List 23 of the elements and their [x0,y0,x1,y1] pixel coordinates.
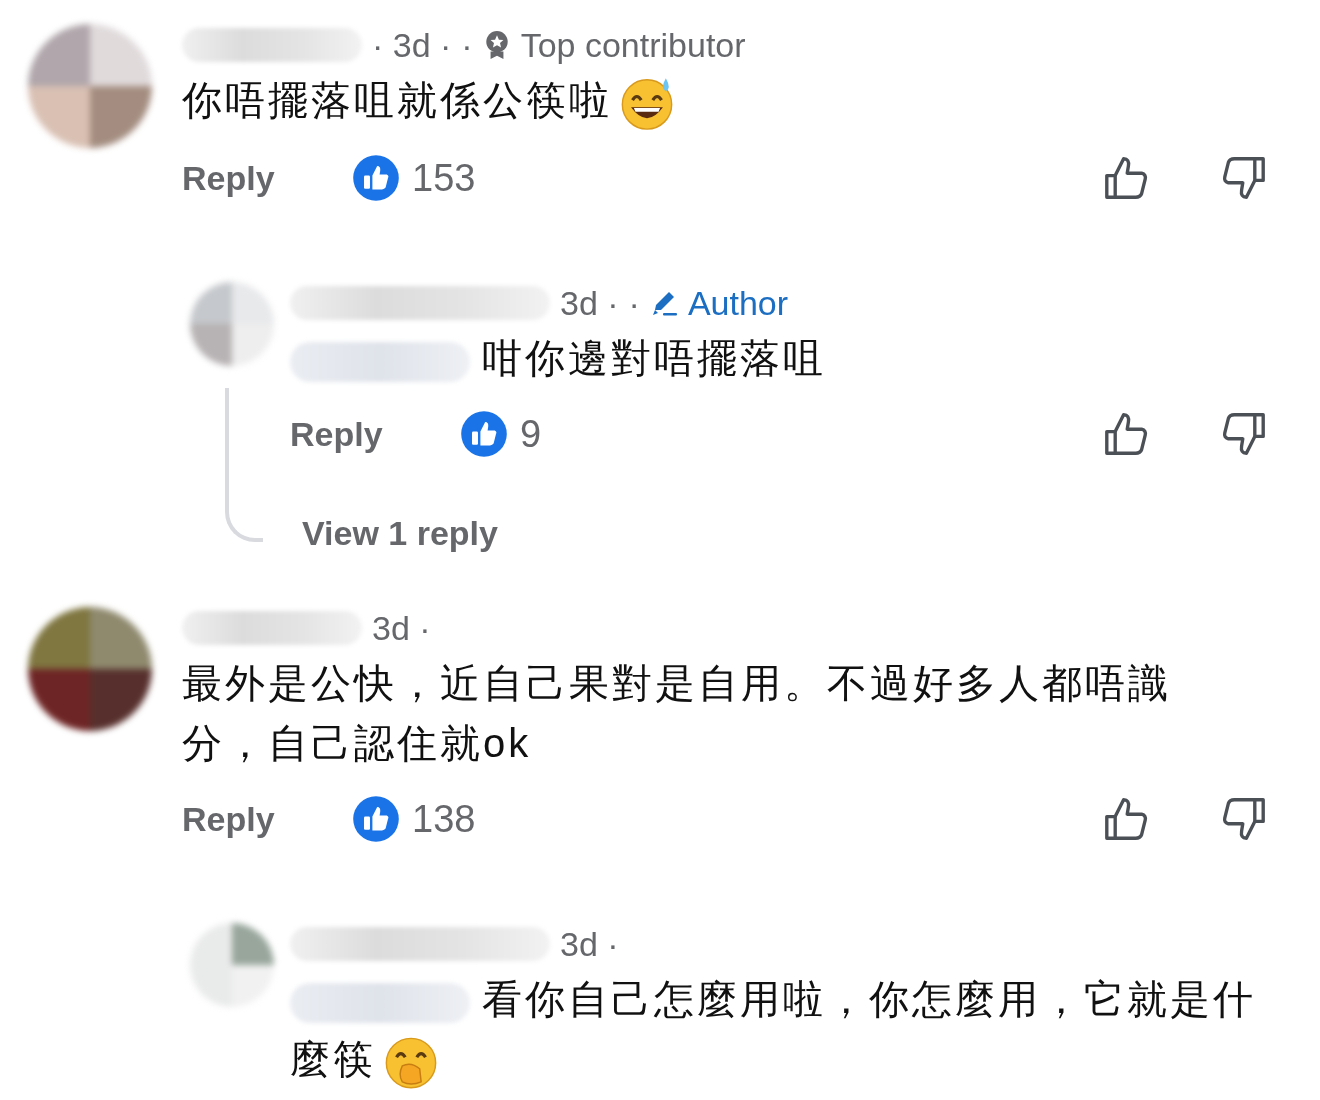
comment-time: · 3d · [372,25,452,65]
badge-label: Top contributor [520,25,746,65]
like-reaction-icon [460,410,508,459]
comment-time: 3d · [560,283,619,323]
reply-link[interactable]: Reply [290,414,460,454]
comment-time: 3d · [560,924,619,964]
comment-time: 3d · [372,608,431,648]
reply-link[interactable]: Reply [182,158,352,198]
badge-label: Author [687,283,789,323]
separator: · [628,283,640,323]
reply-link[interactable]: Reply [182,799,352,839]
view-replies-link[interactable]: View 1 reply [302,514,1268,554]
comment-text: 你唔擺落咀就係公筷啦 [182,70,1222,133]
avatar[interactable] [28,607,152,732]
like-reaction-icon [352,154,400,203]
like-count: 138 [412,797,476,841]
comment-text: 最外是公快，近自己果對是自用。不過好多人都唔識分，自己認住就ok [182,660,1172,768]
separator: · [461,25,473,65]
like-reaction-icon [352,795,400,844]
like-count: 153 [412,156,476,200]
comment-text: 咁你邊對唔擺落咀 [290,328,1268,389]
comment-text: 看你自己怎麼用啦，你怎麼用，它就是什麼筷 [290,969,1268,1092]
like-count: 9 [520,412,542,456]
